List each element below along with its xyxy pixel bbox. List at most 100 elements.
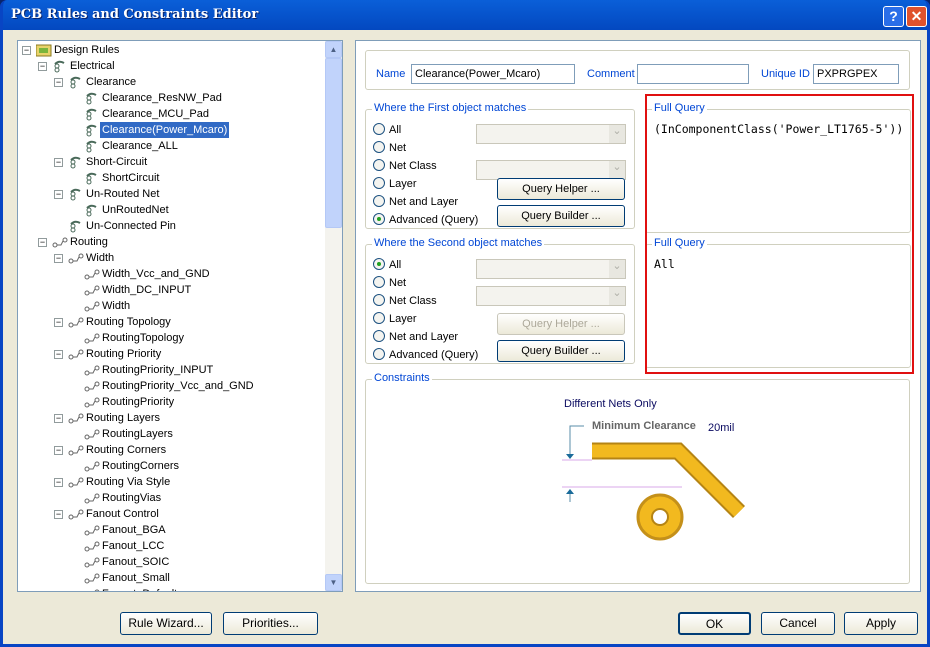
tree-item[interactable]: Clearance(Power_Mcaro) bbox=[18, 122, 326, 138]
help-button[interactable]: ? bbox=[883, 6, 904, 27]
radio-label: Net Class bbox=[389, 295, 437, 307]
first-query-helper-button[interactable]: Query Helper ... bbox=[497, 178, 625, 200]
tree-item[interactable]: − Clearance bbox=[18, 74, 326, 90]
close-button[interactable]: ✕ bbox=[906, 6, 927, 27]
radio-icon[interactable] bbox=[373, 159, 385, 171]
radio-icon[interactable] bbox=[373, 141, 385, 153]
tree-item[interactable]: RoutingPriority_INPUT bbox=[18, 362, 326, 378]
first-radio-option[interactable]: Net bbox=[373, 141, 406, 155]
collapse-icon[interactable]: − bbox=[54, 350, 63, 359]
second-radio-option[interactable]: Layer bbox=[373, 312, 417, 326]
routing-rule-icon bbox=[68, 251, 84, 265]
scroll-thumb[interactable] bbox=[325, 58, 342, 228]
scroll-up-button[interactable]: ▲ bbox=[325, 41, 342, 58]
radio-icon[interactable] bbox=[373, 195, 385, 207]
tree-item[interactable]: Clearance_ALL bbox=[18, 138, 326, 154]
tree-item[interactable]: − Design Rules bbox=[18, 42, 326, 58]
tree-item[interactable]: Fanout_Default bbox=[18, 586, 326, 591]
radio-icon[interactable] bbox=[373, 348, 385, 360]
tree-item[interactable]: Fanout_SOIC bbox=[18, 554, 326, 570]
radio-icon[interactable] bbox=[373, 213, 385, 225]
comment-input[interactable] bbox=[637, 64, 749, 84]
name-input[interactable]: Clearance(Power_Mcaro) bbox=[411, 64, 575, 84]
name-label: Name bbox=[376, 68, 406, 80]
first-radio-option[interactable]: All bbox=[373, 123, 401, 137]
tree-item[interactable]: RoutingLayers bbox=[18, 426, 326, 442]
collapse-icon[interactable]: − bbox=[54, 510, 63, 519]
radio-icon[interactable] bbox=[373, 330, 385, 342]
priorities-button[interactable]: Priorities... bbox=[223, 612, 318, 635]
radio-icon[interactable] bbox=[373, 276, 385, 288]
collapse-icon[interactable]: − bbox=[22, 46, 31, 55]
clearance-rule-icon bbox=[68, 219, 82, 233]
second-radio-option[interactable]: Advanced (Query) bbox=[373, 348, 478, 362]
first-radio-option[interactable]: Net Class bbox=[373, 159, 437, 173]
collapse-icon[interactable]: − bbox=[54, 446, 63, 455]
unique-id-input[interactable]: PXPRGPEX bbox=[813, 64, 899, 84]
tree-item[interactable]: Width_Vcc_and_GND bbox=[18, 266, 326, 282]
radio-icon[interactable] bbox=[373, 123, 385, 135]
second-radio-option[interactable]: Net Class bbox=[373, 294, 437, 308]
tree-item[interactable]: − Routing Corners bbox=[18, 442, 326, 458]
radio-icon[interactable] bbox=[373, 294, 385, 306]
tree-item[interactable]: RoutingVias bbox=[18, 490, 326, 506]
second-query-helper-button[interactable]: Query Helper ... bbox=[497, 313, 625, 335]
tree-item[interactable]: − Routing Layers bbox=[18, 410, 326, 426]
first-query-builder-button[interactable]: Query Builder ... bbox=[497, 205, 625, 227]
tree-item[interactable]: − Routing bbox=[18, 234, 326, 250]
tree-item[interactable]: UnRoutedNet bbox=[18, 202, 326, 218]
collapse-icon[interactable]: − bbox=[54, 478, 63, 487]
tree-item[interactable]: Clearance_MCU_Pad bbox=[18, 106, 326, 122]
collapse-icon[interactable]: − bbox=[54, 158, 63, 167]
radio-icon[interactable] bbox=[373, 312, 385, 324]
tree-item[interactable]: Un-Connected Pin bbox=[18, 218, 326, 234]
tree-item[interactable]: Fanout_Small bbox=[18, 570, 326, 586]
tree-item[interactable]: RoutingCorners bbox=[18, 458, 326, 474]
tree-item[interactable]: Clearance_ResNW_Pad bbox=[18, 90, 326, 106]
tree-item[interactable]: RoutingPriority_Vcc_and_GND bbox=[18, 378, 326, 394]
tree-item[interactable]: − Routing Priority bbox=[18, 346, 326, 362]
tree-item-label: Width bbox=[86, 252, 115, 264]
collapse-icon[interactable]: − bbox=[54, 318, 63, 327]
second-query-builder-button[interactable]: Query Builder ... bbox=[497, 340, 625, 362]
tree-item[interactable]: RoutingPriority bbox=[18, 394, 326, 410]
tree-item[interactable]: − Electrical bbox=[18, 58, 326, 74]
collapse-icon[interactable]: − bbox=[54, 254, 63, 263]
tree-item[interactable]: − Fanout Control bbox=[18, 506, 326, 522]
tree-scrollbar[interactable]: ▲ ▼ bbox=[325, 41, 342, 591]
tree-item[interactable]: RoutingTopology bbox=[18, 330, 326, 346]
routing-rule-icon bbox=[68, 443, 84, 457]
tree-item[interactable]: Fanout_BGA bbox=[18, 522, 326, 538]
first-radio-option[interactable]: Layer bbox=[373, 177, 417, 191]
collapse-icon[interactable]: − bbox=[54, 190, 63, 199]
second-radio-option[interactable]: Net and Layer bbox=[373, 330, 458, 344]
rules-tree[interactable]: − Design Rules − Electrical − Clearance Cleara… bbox=[17, 40, 343, 592]
first-radio-option[interactable]: Net and Layer bbox=[373, 195, 458, 209]
collapse-icon[interactable]: − bbox=[38, 238, 47, 247]
tree-item[interactable]: − Routing Topology bbox=[18, 314, 326, 330]
tree-item[interactable]: ShortCircuit bbox=[18, 170, 326, 186]
tree-item[interactable]: Width bbox=[18, 298, 326, 314]
tree-item[interactable]: − Routing Via Style bbox=[18, 474, 326, 490]
ok-button[interactable]: OK bbox=[678, 612, 751, 635]
tree-item[interactable]: − Short-Circuit bbox=[18, 154, 326, 170]
collapse-icon[interactable]: − bbox=[54, 78, 63, 87]
collapse-icon[interactable]: − bbox=[38, 62, 47, 71]
second-radio-option[interactable]: Net bbox=[373, 276, 406, 290]
collapse-icon[interactable]: − bbox=[54, 414, 63, 423]
clearance-mode[interactable]: Different Nets Only bbox=[564, 398, 657, 410]
radio-icon[interactable] bbox=[373, 258, 385, 270]
tree-item[interactable]: − Un-Routed Net bbox=[18, 186, 326, 202]
scroll-down-button[interactable]: ▼ bbox=[325, 574, 342, 591]
tree-item-label: Clearance bbox=[86, 76, 137, 88]
apply-button[interactable]: Apply bbox=[844, 612, 918, 635]
cancel-button[interactable]: Cancel bbox=[761, 612, 835, 635]
tree-item[interactable]: Fanout_LCC bbox=[18, 538, 326, 554]
radio-icon[interactable] bbox=[373, 177, 385, 189]
tree-item[interactable]: Width_DC_INPUT bbox=[18, 282, 326, 298]
rule-wizard-button[interactable]: Rule Wizard... bbox=[120, 612, 212, 635]
first-radio-option[interactable]: Advanced (Query) bbox=[373, 213, 478, 227]
highlight-box bbox=[645, 94, 914, 374]
second-radio-option[interactable]: All bbox=[373, 258, 401, 272]
tree-item[interactable]: − Width bbox=[18, 250, 326, 266]
